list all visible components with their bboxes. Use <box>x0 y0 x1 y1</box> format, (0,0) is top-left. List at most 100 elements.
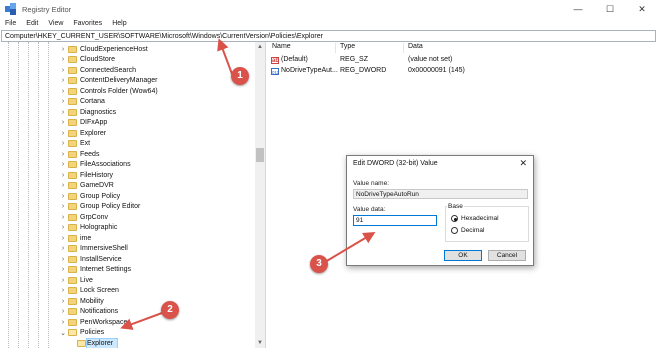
tree-item[interactable]: › Feeds <box>0 149 255 160</box>
chevron-right-icon[interactable]: › <box>59 277 67 284</box>
tree-item[interactable]: › CloudStore <box>0 55 255 66</box>
column-name-header[interactable]: Name <box>270 43 336 53</box>
menu-view[interactable]: View <box>43 20 68 27</box>
menu-help[interactable]: Help <box>107 20 131 27</box>
tree-item[interactable]: › Cortana <box>0 97 255 108</box>
column-data-header[interactable]: Data <box>406 43 526 53</box>
value-name-label: Value name: <box>353 180 390 187</box>
tree-item[interactable]: › GrpConv <box>0 212 255 223</box>
tree-item[interactable]: › ConnectedSearch <box>0 65 255 76</box>
tree-item[interactable]: › Mobility <box>0 296 255 307</box>
folder-icon <box>68 266 77 274</box>
chevron-right-icon[interactable]: › <box>59 161 67 168</box>
chevron-right-icon[interactable]: › <box>59 172 67 179</box>
menu-edit[interactable]: Edit <box>21 20 43 27</box>
folder-icon <box>68 255 77 263</box>
close-icon[interactable]: ✕ <box>519 158 527 169</box>
tree-item[interactable]: › FileHistory <box>0 170 255 181</box>
chevron-right-icon[interactable]: › <box>59 67 67 74</box>
menu-file[interactable]: File <box>0 20 21 27</box>
chevron-right-icon[interactable]: › <box>59 182 67 189</box>
registry-editor-icon <box>5 3 17 15</box>
tree-item[interactable]: › GameDVR <box>0 181 255 192</box>
tree-item[interactable]: › Notifications <box>0 307 255 318</box>
chevron-right-icon[interactable]: › <box>59 98 67 105</box>
scroll-up-icon[interactable]: ▲ <box>255 42 265 52</box>
chevron-right-icon[interactable]: › <box>59 224 67 231</box>
tree-item-label: Live <box>80 276 93 284</box>
folder-icon <box>68 108 77 116</box>
address-bar[interactable]: Computer\HKEY_CURRENT_USER\SOFTWARE\Micr… <box>1 30 656 42</box>
tree-item[interactable]: › Holographic <box>0 223 255 234</box>
value-row[interactable]: ab (Default) REG_SZ (value not set) <box>268 55 658 66</box>
value-name: (Default) <box>281 56 308 63</box>
folder-icon <box>77 339 86 347</box>
tree-item[interactable]: › Explorer <box>0 128 255 139</box>
value-name: NoDriveTypeAut... <box>281 67 338 74</box>
tree-item[interactable]: › ImmersiveShell <box>0 244 255 255</box>
chevron-down-icon[interactable]: ⌄ <box>59 329 67 337</box>
tree-item[interactable]: › PenWorkspace <box>0 317 255 328</box>
tree-item[interactable]: › ContentDeliveryManager <box>0 76 255 87</box>
tree-item[interactable]: › Lock Screen <box>0 286 255 297</box>
chevron-right-icon[interactable]: › <box>59 235 67 242</box>
chevron-right-icon[interactable]: › <box>59 287 67 294</box>
scroll-down-icon[interactable]: ▼ <box>255 338 265 348</box>
folder-icon <box>68 297 77 305</box>
chevron-right-icon[interactable]: › <box>59 46 67 53</box>
chevron-right-icon[interactable]: › <box>59 245 67 252</box>
tree-item[interactable]: › CloudExperienceHost <box>0 44 255 55</box>
chevron-right-icon[interactable]: › <box>59 151 67 158</box>
chevron-right-icon[interactable]: › <box>59 88 67 95</box>
value-data-input[interactable]: 91 <box>353 215 437 226</box>
decimal-radio[interactable] <box>451 227 458 234</box>
tree-item[interactable]: › Controls Folder (Wow64) <box>0 86 255 97</box>
scroll-thumb[interactable] <box>256 148 264 162</box>
value-row[interactable]: 011 NoDriveTypeAut... REG_DWORD 0x000000… <box>268 66 658 77</box>
value-type: REG_DWORD <box>340 67 387 74</box>
chevron-right-icon[interactable]: › <box>59 203 67 210</box>
tree-scrollbar[interactable]: ▲ ▼ <box>255 42 265 348</box>
chevron-right-icon[interactable]: › <box>59 193 67 200</box>
tree-item[interactable]: › FileAssociations <box>0 160 255 171</box>
decimal-label: Decimal <box>461 227 485 234</box>
tree-item[interactable]: › DIFxApp <box>0 118 255 129</box>
chevron-right-icon[interactable]: › <box>59 308 67 315</box>
column-type-header[interactable]: Type <box>338 43 404 53</box>
chevron-right-icon[interactable]: › <box>59 77 67 84</box>
key-tree: › CloudExperienceHost › CloudStore › Connecte… <box>0 42 266 348</box>
chevron-right-icon[interactable]: › <box>59 119 67 126</box>
chevron-right-icon[interactable]: › <box>59 214 67 221</box>
chevron-right-icon[interactable]: › <box>59 319 67 326</box>
tree-item-selected[interactable]: Explorer <box>0 338 255 348</box>
tree-item[interactable]: › Diagnostics <box>0 107 255 118</box>
chevron-right-icon[interactable]: › <box>59 140 67 147</box>
tree-item[interactable]: ⌄ Policies <box>0 328 255 339</box>
value-data-label: Value data: <box>353 206 386 213</box>
tree-item[interactable]: › Group Policy Editor <box>0 202 255 213</box>
tree-item[interactable]: › InstallService <box>0 254 255 265</box>
tree-item[interactable]: › Live <box>0 275 255 286</box>
tree-item[interactable]: › Ext <box>0 139 255 150</box>
minimize-button[interactable]: — <box>562 0 594 18</box>
chevron-right-icon[interactable]: › <box>59 298 67 305</box>
tree-item-label: PenWorkspace <box>80 318 128 326</box>
base-group <box>445 206 529 242</box>
chevron-right-icon[interactable]: › <box>59 56 67 63</box>
tree-item[interactable]: › Group Policy <box>0 191 255 202</box>
close-button[interactable]: ✕ <box>626 0 658 18</box>
tree-item[interactable]: › Internet Settings <box>0 265 255 276</box>
menu-favorites[interactable]: Favorites <box>68 20 107 27</box>
maximize-button[interactable]: ☐ <box>594 0 626 18</box>
chevron-right-icon[interactable]: › <box>59 130 67 137</box>
chevron-right-icon[interactable]: › <box>59 256 67 263</box>
folder-icon <box>68 140 77 148</box>
hexadecimal-radio[interactable] <box>451 215 458 222</box>
tree-item-label: Policies <box>80 329 105 337</box>
chevron-right-icon[interactable]: › <box>59 266 67 273</box>
tree-item[interactable]: › ime <box>0 233 255 244</box>
cancel-button[interactable]: Cancel <box>488 250 526 261</box>
ok-button[interactable]: OK <box>444 250 482 261</box>
chevron-right-icon[interactable]: › <box>59 109 67 116</box>
folder-icon <box>68 150 77 158</box>
